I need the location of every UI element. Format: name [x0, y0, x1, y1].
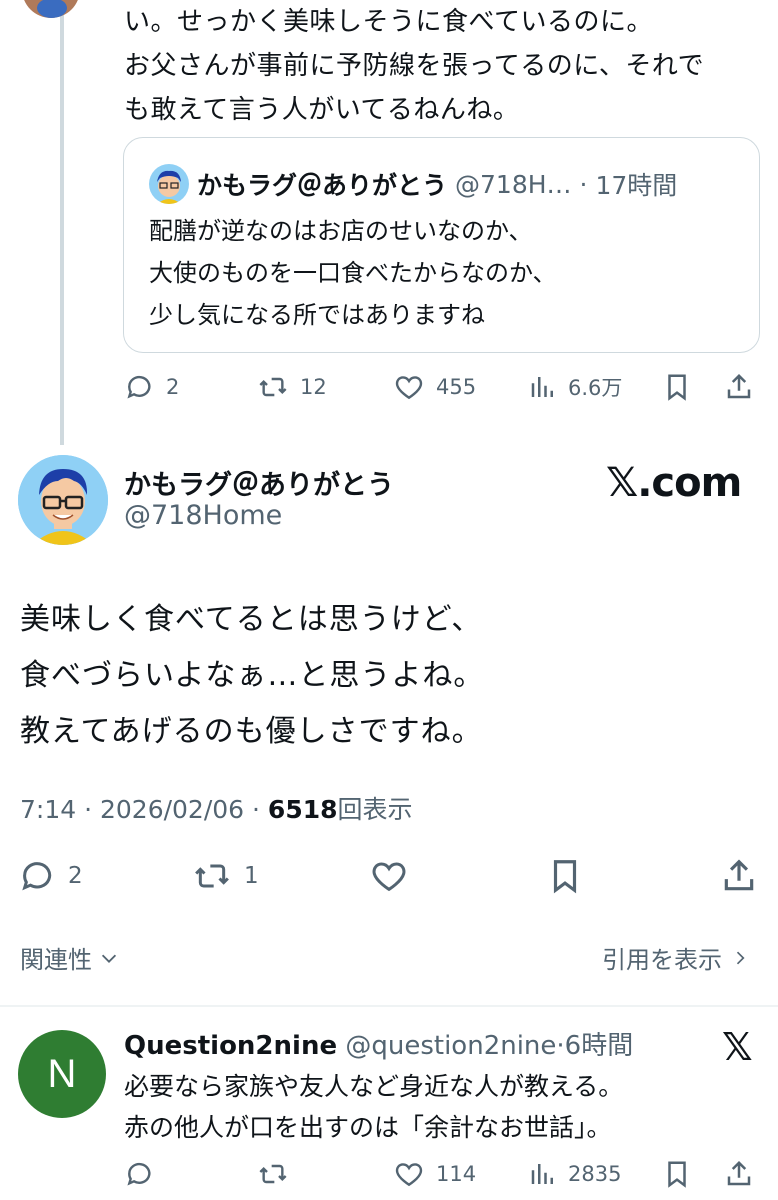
reply-count: 2: [166, 375, 180, 399]
avatar: [149, 164, 189, 204]
quoted-author-handle: @718H…: [455, 169, 572, 199]
tweet-line: 食べづらいよなぁ…と思うよね。: [20, 658, 485, 693]
divider: [0, 1005, 778, 1007]
bookmark-icon: [553, 860, 577, 894]
view-quotes-link[interactable]: 引用を表示: [602, 940, 750, 975]
share-button[interactable]: [724, 1158, 754, 1190]
like-button[interactable]: 114: [392, 1158, 476, 1190]
reply-author-handle[interactable]: @question2nine: [345, 1031, 556, 1061]
chevron-down-icon: [101, 954, 117, 963]
reply-icon: [127, 375, 151, 399]
heart-icon: [395, 376, 423, 400]
share-icon: [724, 859, 754, 891]
repost-button[interactable]: [256, 1158, 290, 1190]
avatar[interactable]: [18, 455, 108, 545]
x-logo-brand: 𝕏.com: [606, 460, 742, 506]
bookmark-icon: [668, 374, 686, 401]
like-count: 455: [436, 375, 477, 399]
chevron-right-icon: [736, 951, 745, 964]
share-icon: [727, 1160, 751, 1186]
view-quotes-label: 引用を表示: [602, 946, 722, 974]
views-count: 2835: [568, 1162, 622, 1186]
like-button[interactable]: 455: [392, 371, 476, 403]
views-icon: [531, 377, 553, 397]
views-icon: [531, 1164, 553, 1184]
share-button[interactable]: [720, 856, 758, 896]
like-count: 114: [436, 1162, 477, 1186]
share-button[interactable]: [724, 371, 754, 403]
x-logo-icon: 𝕏: [722, 1025, 753, 1069]
repost-count: 12: [300, 375, 327, 399]
tweet-line: 教えてあげるのも優しさですね。: [20, 714, 483, 749]
relevance-dropdown[interactable]: 関連性: [20, 940, 120, 975]
reply-header: Question2nine @question2nine·6時間: [124, 1025, 633, 1062]
separator: ·: [556, 1031, 565, 1061]
views-count: 6518: [267, 795, 338, 824]
bookmark-button[interactable]: [546, 856, 584, 896]
quoted-tweet-header: かもラグ＠ありがとう @718H… · 17時間: [149, 164, 677, 204]
tweet-body: 美味しく食べてるとは思うけど、 食べづらいよなぁ…と思うよね。 教えてあげるのも…: [20, 592, 484, 760]
views-label: 回表示: [337, 795, 413, 824]
quoted-line: 少し気になる所ではありますね: [149, 301, 485, 329]
quoted-tweet-text: 配膳が逆なのはお店のせいなのか、 大使のものを一口食べたからなのか、 少し気にな…: [149, 210, 557, 336]
reply-body: 必要なら家族や友人など身近な人が教える。 赤の他人が口を出すのは「余計なお世話」…: [124, 1066, 623, 1148]
quoted-author-name: かもラグ＠ありがとう: [197, 171, 448, 200]
reply-icon: [127, 1162, 151, 1186]
reply-line: 必要なら家族や友人など身近な人が教える。: [124, 1072, 624, 1101]
repost-button[interactable]: 1: [190, 856, 259, 896]
heart-icon: [395, 1163, 423, 1187]
views-count: 6.6万: [568, 376, 623, 400]
tweet-line: 美味しく食べてるとは思うけど、: [20, 602, 483, 637]
avatar[interactable]: [22, 0, 80, 18]
reply-button[interactable]: [124, 1158, 156, 1190]
quoted-tweet-card[interactable]: かもラグ＠ありがとう @718H… · 17時間 配膳が逆なのはお店のせいなのか…: [123, 137, 760, 353]
views-button[interactable]: 6.6万: [528, 371, 622, 403]
thread-line: [60, 0, 64, 445]
reply-count: 2: [68, 863, 83, 889]
relevance-label: 関連性: [20, 946, 92, 974]
avatar[interactable]: N: [18, 1030, 106, 1118]
quoted-time: 17時間: [595, 171, 678, 200]
repost-count: 1: [244, 863, 259, 889]
tweet-text: い。せっかく美味しそうに食べているのに。 お父さんが事前に予防線を張ってるのに、…: [124, 0, 704, 132]
quoted-line: 配膳が逆なのはお店のせいなのか、: [149, 217, 533, 245]
reply-button[interactable]: 2: [124, 371, 179, 403]
tweet-line: も敢えて言う人がいてるねんね。: [124, 95, 520, 125]
like-button[interactable]: [368, 856, 410, 896]
repost-button[interactable]: 12: [256, 371, 327, 403]
bookmark-icon: [668, 1161, 686, 1188]
author-name[interactable]: かもラグ＠ありがとう: [124, 463, 394, 502]
reply-button[interactable]: 2: [18, 856, 83, 896]
reply-time: 6時間: [564, 1031, 634, 1061]
tweet-meta: 7:14 · 2026/02/06 · 6518回表示: [20, 790, 413, 826]
reply-line: 赤の他人が口を出すのは「余計なお世話」。: [124, 1113, 612, 1142]
bookmark-button[interactable]: [662, 371, 692, 403]
repost-icon: [195, 864, 229, 888]
avatar-letter: N: [47, 1051, 77, 1096]
tweet-line: い。せっかく美味しそうに食べているのに。: [124, 7, 653, 37]
repost-icon: [259, 1164, 287, 1184]
reply-author-name[interactable]: Question2nine: [124, 1031, 337, 1061]
separator: ·: [579, 169, 588, 199]
timestamp[interactable]: 7:14 · 2026/02/06 ·: [20, 795, 268, 824]
share-icon: [727, 373, 751, 399]
views-button[interactable]: 2835: [528, 1158, 621, 1190]
author-handle[interactable]: @718Home: [124, 500, 282, 531]
repost-icon: [259, 377, 287, 397]
tweet-line: お父さんが事前に予防線を張ってるのに、それで: [124, 51, 705, 81]
reply-icon: [22, 862, 52, 891]
quoted-line: 大使のものを一口食べたからなのか、: [149, 259, 557, 287]
bookmark-button[interactable]: [662, 1158, 692, 1190]
heart-icon: [372, 862, 406, 892]
